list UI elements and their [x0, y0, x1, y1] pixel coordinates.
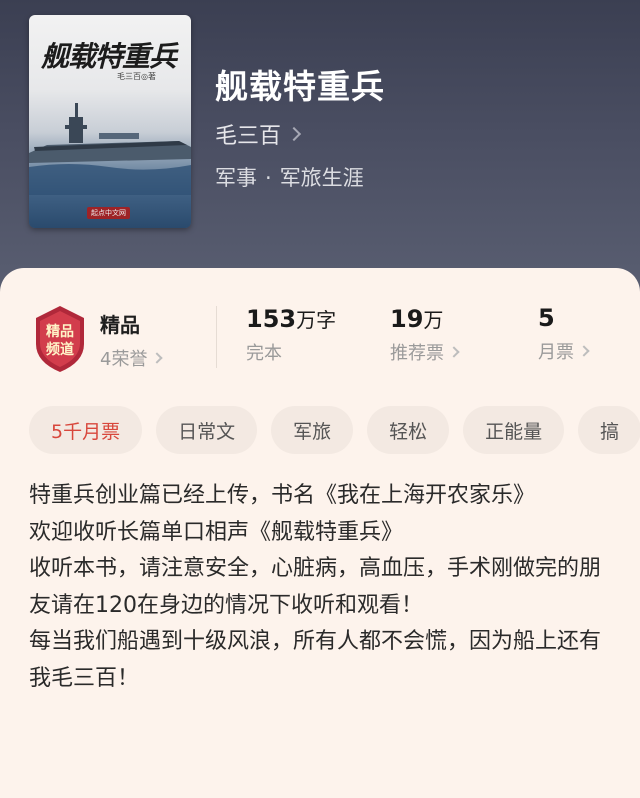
author-name: 毛三百: [215, 124, 282, 149]
intro-paragraph: 每当我们船遇到十级风浪，所有人都不会慌，因为船上还有我毛三百！: [29, 629, 602, 691]
quality-label: 精品: [100, 313, 140, 337]
badge-text-1: 精品: [46, 323, 74, 340]
recommend-label: 推荐票: [390, 343, 444, 364]
honors-link[interactable]: 4荣誉: [100, 345, 164, 371]
tag-comedy[interactable]: 搞: [578, 406, 640, 454]
chevron-right-icon: [448, 346, 460, 358]
chevron-right-icon: [286, 126, 302, 142]
divider: [216, 306, 217, 368]
genre-line: 军事 · 军旅生涯: [215, 162, 364, 192]
quality-badge-icon: 精品 频道: [36, 306, 84, 372]
author-link[interactable]: 毛三百: [215, 118, 302, 150]
chevron-right-icon: [151, 352, 164, 364]
monthly-label: 月票: [538, 342, 574, 363]
book-info-card: 精品 频道 精品 4荣誉 153万字 完本 19万 推荐票 5 月票 5千月票 …: [0, 268, 640, 798]
book-introduction[interactable]: 特重兵创业篇已经上传，书名《我在上海开农家乐》 欢迎收听长篇单口相声《舰载特重兵…: [29, 478, 609, 697]
book-title: 舰载特重兵: [215, 67, 385, 106]
tag-relaxed[interactable]: 轻松: [367, 406, 450, 454]
cover-title: 舰载特重兵: [41, 40, 177, 73]
genre-separator: ·: [265, 166, 272, 190]
word-count-unit: 万字: [296, 308, 337, 332]
tag-military[interactable]: 军旅: [271, 406, 354, 454]
book-cover[interactable]: 舰载特重兵 毛三百◎著 起点中文网: [29, 15, 191, 228]
honors-count: 4荣誉: [100, 349, 148, 370]
genre-sub[interactable]: 军旅生涯: [280, 166, 364, 190]
monthly-number: 5: [538, 304, 555, 332]
recommend-stat[interactable]: 19万 推荐票: [390, 304, 460, 365]
chevron-right-icon: [578, 345, 590, 357]
tag-positive-energy[interactable]: 正能量: [463, 406, 565, 454]
monthly-ticket-stat[interactable]: 5 月票: [538, 304, 590, 364]
tag-daily[interactable]: 日常文: [156, 406, 258, 454]
status-label: 完本: [246, 343, 282, 364]
intro-paragraph: 欢迎收听长篇单口相声《舰载特重兵》: [29, 519, 404, 545]
book-header: 舰载特重兵 毛三百◎著 起点中文网 舰载特重兵 毛三百 军事 · 军旅生涯: [0, 0, 640, 300]
word-count-stat: 153万字 完本: [246, 304, 336, 365]
genre-main[interactable]: 军事: [215, 166, 257, 190]
publisher-logo: 起点中文网: [87, 207, 130, 219]
recommend-number: 19: [390, 305, 424, 333]
tag-list: 5千月票 日常文 军旅 轻松 正能量 搞: [29, 406, 640, 454]
intro-paragraph: 特重兵创业篇已经上传，书名《我在上海开农家乐》: [29, 483, 536, 508]
aircraft-carrier-illustration: [29, 103, 191, 195]
tag-monthly-tickets[interactable]: 5千月票: [29, 406, 143, 454]
word-count-number: 153: [246, 305, 297, 333]
badge-text-2: 频道: [46, 341, 74, 358]
intro-paragraph: 收听本书，请注意安全，心脏病，高血压，手术刚做完的朋友请在120在身边的情况下收…: [29, 556, 602, 618]
recommend-unit: 万: [423, 308, 444, 332]
